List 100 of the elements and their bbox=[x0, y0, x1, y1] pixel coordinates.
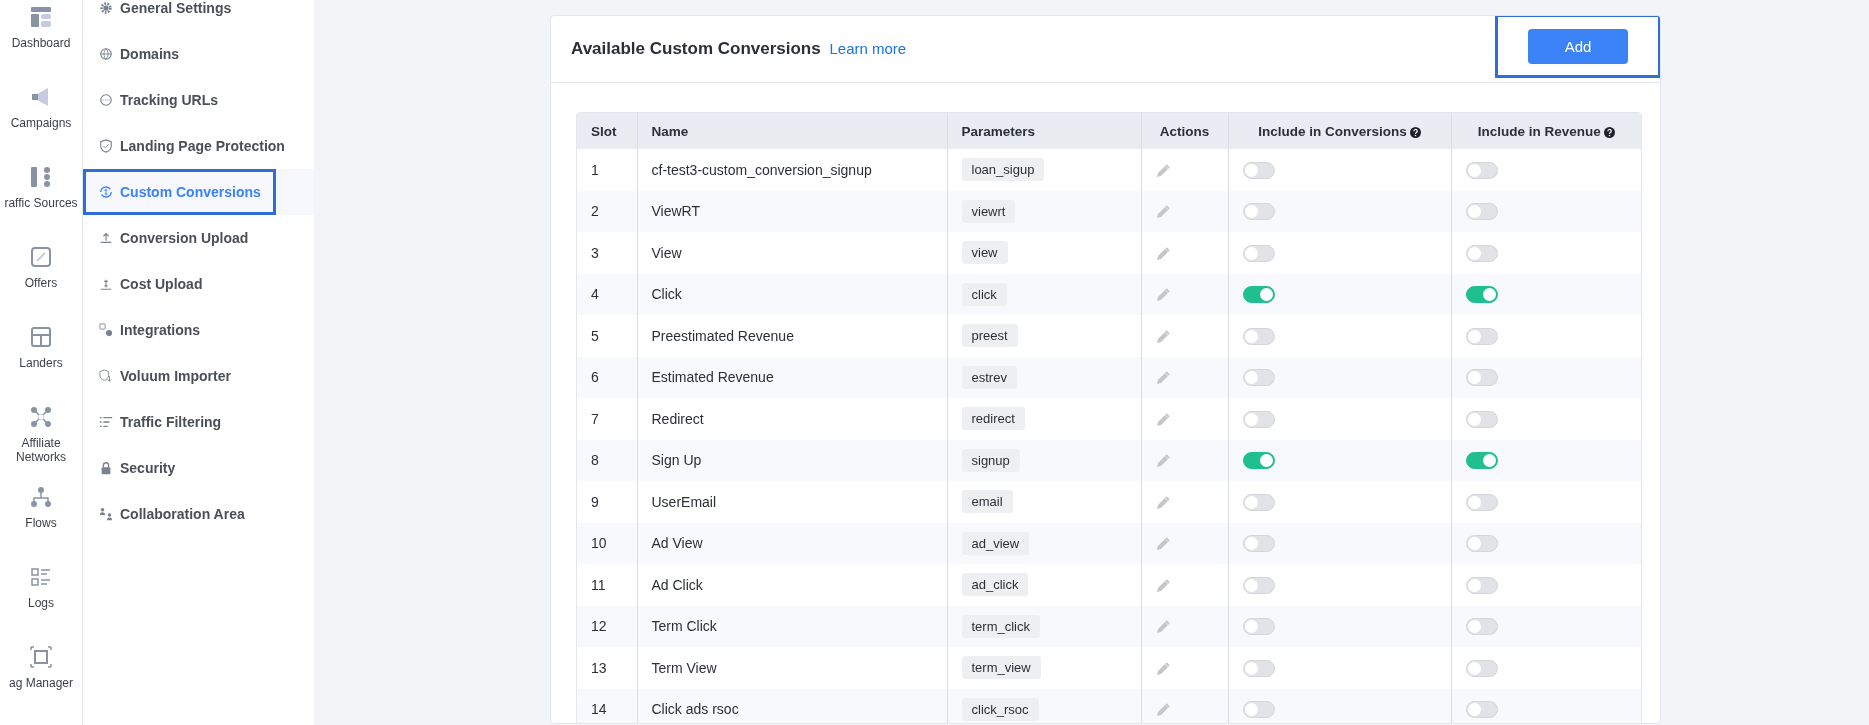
conversions-toggle[interactable] bbox=[1242, 493, 1275, 511]
name-cell: Redirect bbox=[637, 398, 947, 440]
filter-list-icon bbox=[99, 415, 113, 429]
nav-label[interactable]: Affiliate Networks bbox=[6, 436, 76, 464]
parameter-tag: term_click bbox=[961, 614, 1040, 638]
name-cell: Term Click bbox=[637, 605, 947, 647]
settings-menu-item[interactable]: Tracking URLs bbox=[83, 77, 314, 123]
settings-menu-item[interactable]: Landing Page Protection bbox=[83, 123, 314, 169]
nav-label[interactable]: Logs bbox=[0, 596, 82, 610]
revenue-toggle[interactable] bbox=[1465, 701, 1498, 719]
name-cell: cf-test3-custom_conversion_signup bbox=[637, 149, 947, 191]
settings-menu-item[interactable]: General Settings bbox=[83, 0, 314, 31]
revenue-toggle[interactable] bbox=[1465, 576, 1498, 594]
name-cell: Term View bbox=[637, 647, 947, 689]
help-icon[interactable] bbox=[1409, 126, 1421, 138]
settings-menu-item[interactable]: Security bbox=[83, 445, 314, 491]
pencil-icon[interactable] bbox=[1155, 205, 1170, 220]
pencil-icon[interactable] bbox=[1155, 661, 1170, 676]
conversions-toggle[interactable] bbox=[1242, 618, 1275, 636]
slot-cell: 4 bbox=[577, 273, 637, 315]
pencil-icon[interactable] bbox=[1155, 620, 1170, 635]
pencil-icon[interactable] bbox=[1155, 537, 1170, 552]
conversions-toggle[interactable] bbox=[1242, 286, 1275, 304]
pencil-icon[interactable] bbox=[1155, 412, 1170, 427]
conversions-toggle[interactable] bbox=[1242, 535, 1275, 553]
nav-label[interactable]: Offers bbox=[0, 276, 82, 290]
name-cell: Preestimated Revenue bbox=[637, 315, 947, 357]
revenue-toggle[interactable] bbox=[1465, 203, 1498, 221]
pencil-icon[interactable] bbox=[1155, 578, 1170, 593]
nav-label[interactable]: raffic Sources bbox=[0, 196, 82, 210]
add-button[interactable]: Add bbox=[1528, 28, 1628, 64]
layout-icon[interactable] bbox=[30, 326, 52, 348]
slot-cell: 2 bbox=[577, 190, 637, 232]
revenue-toggle[interactable] bbox=[1465, 493, 1498, 511]
slot-cell: 5 bbox=[577, 315, 637, 357]
pencil-icon[interactable] bbox=[1155, 495, 1170, 510]
conversions-toggle[interactable] bbox=[1242, 701, 1275, 719]
slot-cell: 6 bbox=[577, 356, 637, 398]
settings-menu-item[interactable]: Conversion Upload bbox=[83, 215, 314, 261]
revenue-toggle[interactable] bbox=[1465, 369, 1498, 387]
revenue-toggle[interactable] bbox=[1465, 618, 1498, 636]
settings-menu-item[interactable]: Traffic Filtering bbox=[83, 399, 314, 445]
revenue-toggle[interactable] bbox=[1465, 161, 1498, 179]
nav-label[interactable]: ag Manager bbox=[0, 676, 82, 690]
shield-icon bbox=[99, 139, 113, 153]
conversions-toggle[interactable] bbox=[1242, 369, 1275, 387]
revenue-toggle[interactable] bbox=[1465, 535, 1498, 553]
column-header: Parameters bbox=[947, 113, 1141, 149]
conversions-toggle[interactable] bbox=[1242, 452, 1275, 470]
revenue-toggle[interactable] bbox=[1465, 244, 1498, 262]
nav-label[interactable]: Campaigns bbox=[0, 116, 82, 130]
conversions-toggle[interactable] bbox=[1242, 203, 1275, 221]
dollar-cycle-icon bbox=[99, 185, 113, 199]
conversions-toggle[interactable] bbox=[1242, 244, 1275, 262]
settings-menu-item[interactable]: Voluum Importer bbox=[83, 353, 314, 399]
slot-cell: 13 bbox=[577, 647, 637, 689]
pencil-icon[interactable] bbox=[1155, 454, 1170, 469]
conversions-toggle[interactable] bbox=[1242, 410, 1275, 428]
settings-menu-item[interactable]: Collaboration Area bbox=[83, 491, 314, 537]
pencil-icon[interactable] bbox=[1155, 246, 1170, 261]
frame-icon[interactable] bbox=[30, 646, 52, 668]
help-icon[interactable] bbox=[1603, 126, 1615, 138]
slot-cell: 14 bbox=[577, 688, 637, 723]
pencil-icon[interactable] bbox=[1155, 163, 1170, 178]
nav-label[interactable]: Landers bbox=[0, 356, 82, 370]
columns-icon[interactable] bbox=[30, 166, 52, 188]
nav-label[interactable]: Dashboard bbox=[0, 36, 82, 50]
conversions-toggle[interactable] bbox=[1242, 327, 1275, 345]
parameter-tag: loan_sigup bbox=[961, 158, 1045, 182]
column-header: Actions bbox=[1141, 113, 1228, 149]
upload-icon bbox=[99, 231, 113, 245]
learn-more-link[interactable]: Learn more bbox=[829, 40, 907, 57]
dashboard-icon[interactable] bbox=[30, 6, 52, 28]
name-cell: Click ads rsoc bbox=[637, 688, 947, 723]
settings-menu-item[interactable]: Integrations bbox=[83, 307, 314, 353]
revenue-toggle[interactable] bbox=[1465, 659, 1498, 677]
name-cell: View bbox=[637, 232, 947, 274]
name-cell: ViewRT bbox=[637, 190, 947, 232]
pencil-icon[interactable] bbox=[1155, 703, 1170, 718]
revenue-toggle[interactable] bbox=[1465, 410, 1498, 428]
slot-cell: 1 bbox=[577, 149, 637, 191]
conversions-toggle[interactable] bbox=[1242, 659, 1275, 677]
revenue-toggle[interactable] bbox=[1465, 452, 1498, 470]
parameter-tag: ad_view bbox=[961, 531, 1030, 555]
settings-menu-item[interactable]: Cost Upload bbox=[83, 261, 314, 307]
card-title: Available Custom Conversions Learn more bbox=[571, 39, 907, 59]
name-cell: Ad Click bbox=[637, 564, 947, 606]
flow-icon[interactable] bbox=[30, 486, 52, 508]
network-icon[interactable] bbox=[30, 406, 52, 428]
conversions-toggle[interactable] bbox=[1242, 576, 1275, 594]
revenue-toggle[interactable] bbox=[1465, 327, 1498, 345]
gear-icon bbox=[99, 1, 113, 15]
nav-label[interactable]: Flows bbox=[0, 516, 82, 530]
parameter-tag: view bbox=[961, 241, 1008, 265]
revenue-toggle[interactable] bbox=[1465, 286, 1498, 304]
pencil-icon[interactable] bbox=[1155, 288, 1170, 303]
pencil-icon[interactable] bbox=[1155, 371, 1170, 386]
pencil-icon[interactable] bbox=[1155, 329, 1170, 344]
list-icon[interactable] bbox=[30, 566, 52, 588]
settings-menu-item[interactable]: Domains bbox=[83, 31, 314, 77]
